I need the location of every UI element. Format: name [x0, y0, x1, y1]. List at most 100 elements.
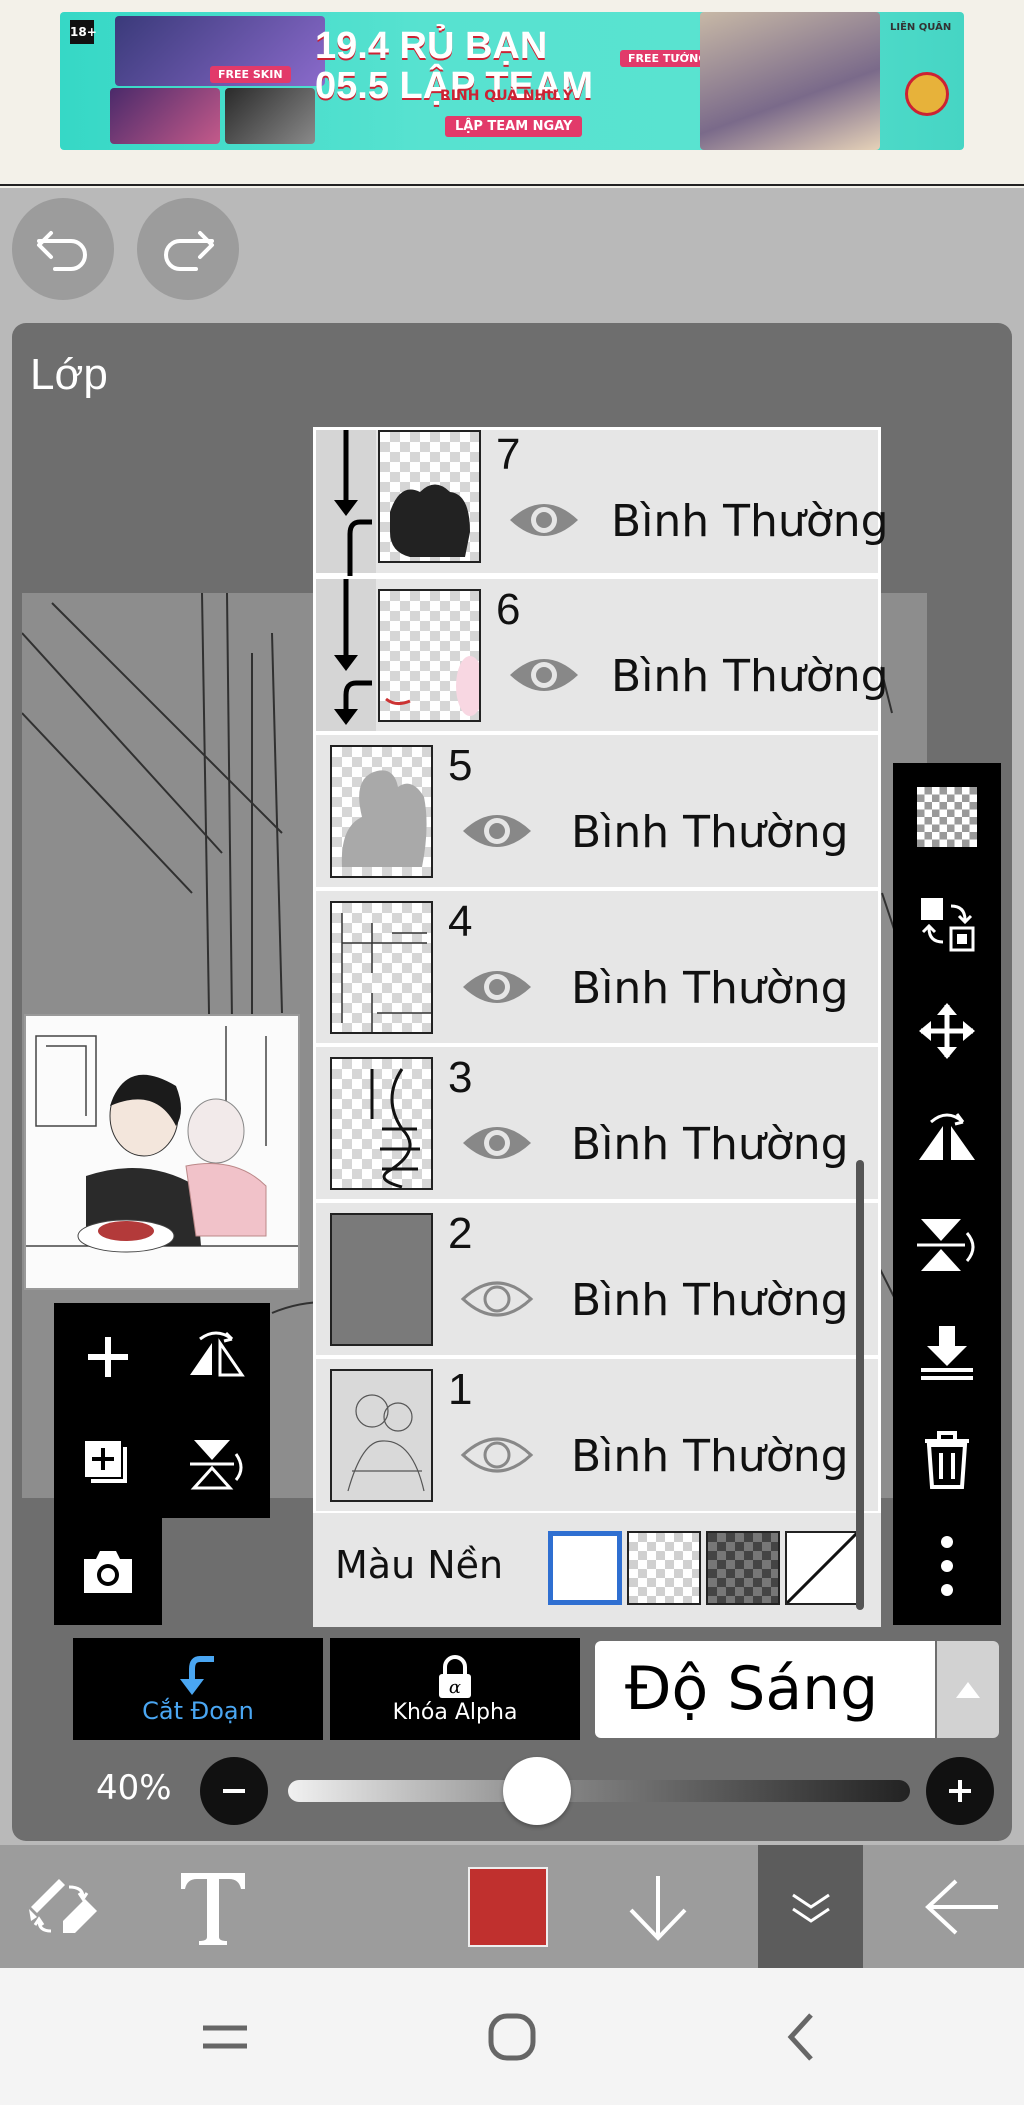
visibility-eye-icon[interactable] — [506, 492, 582, 548]
swap-selection-icon — [921, 897, 975, 951]
opacity-decrease-button[interactable] — [200, 1757, 268, 1825]
visibility-eye-icon[interactable] — [506, 647, 582, 703]
flip-layer-horizontal-button[interactable] — [162, 1303, 270, 1410]
bg-option-white[interactable] — [548, 1531, 622, 1605]
triangle-up-icon — [956, 1681, 980, 1698]
layer-list[interactable]: 7 Bình Thường 6 Bình Thường 5 Bình Thườn… — [313, 427, 889, 1627]
bottom-toolbar — [0, 1845, 1024, 1968]
layer-row-5[interactable]: 5 Bình Thường — [316, 735, 878, 890]
delete-layer-button[interactable] — [893, 1405, 1001, 1512]
back-button[interactable] — [900, 1845, 1024, 1968]
layer-row-7[interactable]: 7 Bình Thường — [316, 430, 889, 576]
ad-area: 18+ FREE SKIN 19.4 RỦ BẠN 05.5 LẬP TEAM … — [0, 0, 1024, 186]
clipping-arrow-icon — [180, 1656, 214, 1695]
clip-indicator — [316, 579, 376, 731]
arrow-left-icon — [925, 1879, 998, 1934]
tool-switch-button[interactable] — [0, 1845, 125, 1968]
layer-thumbnail-1 — [330, 1369, 433, 1502]
layer-list-scrollbar[interactable] — [856, 1160, 864, 1610]
blend-mode-select[interactable]: Độ Sáng — [595, 1641, 935, 1738]
layer-thumbnail-5 — [330, 745, 433, 878]
right-tool-strip — [893, 763, 1001, 1625]
ad-banner[interactable]: 18+ FREE SKIN 19.4 RỦ BẠN 05.5 LẬP TEAM … — [60, 12, 964, 150]
blend-mode-dropdown-button[interactable] — [937, 1641, 999, 1738]
flip-vertical-button[interactable] — [893, 1191, 1001, 1298]
visibility-eye-icon[interactable] — [459, 1115, 535, 1171]
layer-number: 2 — [448, 1209, 473, 1258]
background-label: Màu Nền — [335, 1543, 504, 1587]
layer-blend-mode: Bình Thường — [611, 651, 889, 702]
color-button[interactable] — [445, 1845, 570, 1968]
visibility-eye-icon[interactable] — [459, 803, 535, 859]
clipping-label: Cắt Đoạn — [142, 1697, 254, 1725]
flip-horizontal-button[interactable] — [893, 1084, 1001, 1191]
ad-cta[interactable]: LẬP TEAM NGAY — [445, 116, 583, 137]
trash-icon — [925, 1430, 969, 1489]
scroll-down-button[interactable] — [595, 1845, 720, 1968]
collapse-panel-button[interactable] — [758, 1845, 863, 1968]
system-nav-bar — [0, 1968, 1024, 2105]
clip-indicator — [316, 430, 376, 576]
slash-icon — [785, 1531, 859, 1605]
svg-text:α: α — [449, 1677, 461, 1698]
layer-row-1[interactable]: 1 Bình Thường — [316, 1359, 878, 1514]
hidden-eye-icon[interactable] — [459, 1427, 535, 1483]
chevron-double-down-icon — [791, 1893, 830, 1923]
home-icon — [488, 2013, 536, 2060]
minus-icon — [223, 1789, 245, 1793]
lock-alpha-icon: α — [439, 1654, 471, 1698]
canvas-preview[interactable] — [24, 1014, 300, 1290]
home-button[interactable] — [422, 1968, 602, 2105]
clipping-button[interactable]: Cắt Đoạn — [73, 1638, 323, 1740]
redo-button[interactable] — [137, 198, 239, 300]
flip-layer-vertical-button[interactable] — [162, 1410, 270, 1517]
layer-number: 4 — [448, 897, 473, 946]
layer-blend-mode: Bình Thường — [571, 1275, 849, 1326]
more-options-button[interactable] — [893, 1512, 1001, 1619]
move-arrows-icon — [919, 1002, 975, 1059]
layer-thumbnail-3 — [330, 1057, 433, 1190]
layer-number: 1 — [448, 1365, 473, 1414]
layer-row-3[interactable]: 3 Bình Thường — [316, 1047, 878, 1202]
layer-row-2[interactable]: 2 Bình Thường — [316, 1203, 878, 1358]
recent-apps-button[interactable] — [135, 1968, 315, 2105]
flip-horizontal-icon — [190, 1331, 245, 1376]
layer-number: 5 — [448, 741, 473, 790]
plus-icon — [88, 1336, 128, 1377]
merge-down-button[interactable] — [893, 1298, 1001, 1405]
opacity-slider-knob[interactable] — [502, 1757, 571, 1825]
layer-thumbnail-6 — [378, 589, 481, 722]
flip-vertical-icon — [190, 1439, 243, 1489]
transparency-button[interactable] — [893, 763, 1001, 870]
left-tool-panel — [54, 1303, 270, 1518]
move-button[interactable] — [893, 977, 1001, 1084]
add-layer-button[interactable] — [54, 1303, 162, 1410]
undo-button[interactable] — [12, 198, 114, 300]
bg-option-transparent-dark[interactable] — [706, 1531, 780, 1605]
opacity-increase-button[interactable] — [926, 1757, 994, 1825]
camera-button[interactable] — [54, 1518, 162, 1625]
hidden-eye-icon[interactable] — [459, 1271, 535, 1327]
clip-arrow-icon — [334, 430, 372, 576]
text-T-icon — [180, 1872, 245, 1945]
add-folder-button[interactable] — [54, 1410, 162, 1517]
select-layer-content-button[interactable] — [893, 870, 1001, 977]
bg-option-transparent-light[interactable] — [627, 1531, 701, 1605]
opacity-slider-track[interactable] — [288, 1780, 910, 1802]
layer-thumbnail-2 — [330, 1213, 433, 1346]
layer-blend-mode: Bình Thường — [571, 1119, 849, 1170]
bg-option-none[interactable] — [785, 1531, 859, 1605]
checker-icon — [917, 786, 977, 847]
merge-down-icon — [921, 1325, 973, 1380]
layer-row-6[interactable]: 6 Bình Thường — [316, 579, 889, 734]
visibility-eye-icon[interactable] — [459, 959, 535, 1015]
layer-number: 3 — [448, 1053, 473, 1102]
text-tool-button[interactable] — [150, 1845, 275, 1968]
layer-number: 6 — [496, 585, 521, 634]
alpha-lock-button[interactable]: α Khóa Alpha — [330, 1638, 580, 1740]
system-back-button[interactable] — [710, 1968, 890, 2105]
ad-image-character — [700, 12, 880, 150]
layer-row-4[interactable]: 4 Bình Thường — [316, 891, 878, 1046]
preview-illustration — [26, 1016, 298, 1288]
recent-apps-icon — [203, 2025, 247, 2048]
